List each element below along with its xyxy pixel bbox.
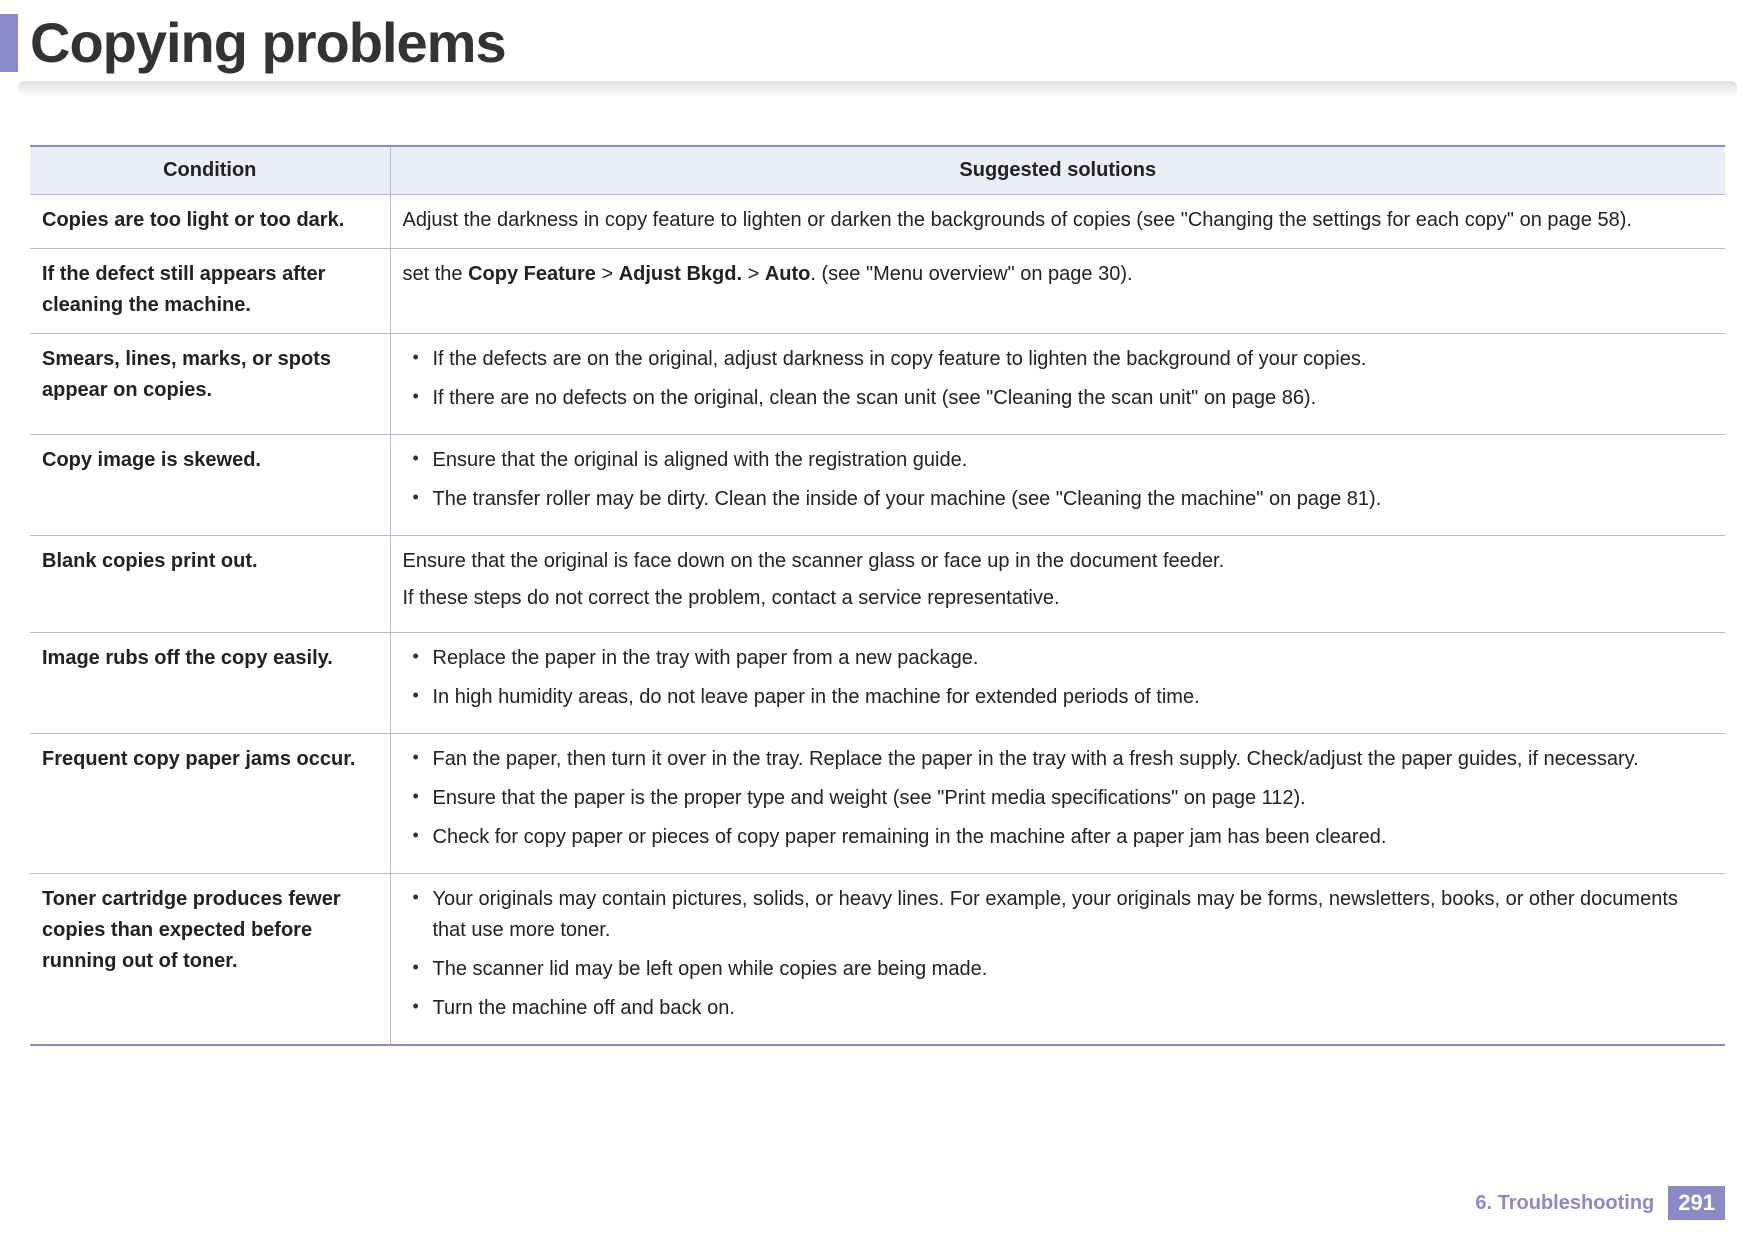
accent-block (0, 14, 18, 72)
table-row: Blank copies print out. Ensure that the … (30, 536, 1725, 633)
solution-item: In high humidity areas, do not leave pap… (403, 682, 1714, 713)
solution-item: If the defects are on the original, adju… (403, 344, 1714, 375)
solution-cell: Ensure that the original is face down on… (390, 536, 1725, 633)
solution-cell: Adjust the darkness in copy feature to l… (390, 195, 1725, 249)
solution-cell: Your originals may contain pictures, sol… (390, 874, 1725, 1046)
solution-cell: If the defects are on the original, adju… (390, 334, 1725, 435)
table-row: Copy image is skewed. Ensure that the or… (30, 435, 1725, 536)
solution-item: Your originals may contain pictures, sol… (403, 884, 1714, 946)
table-row: Image rubs off the copy easily. Replace … (30, 633, 1725, 734)
footer-chapter: 6. Troubleshooting (1475, 1192, 1654, 1215)
condition-cell: If the defect still appears after cleani… (30, 249, 390, 334)
page-footer: 6. Troubleshooting 291 (1475, 1186, 1725, 1220)
condition-cell: Frequent copy paper jams occur. (30, 734, 390, 874)
table-row: Copies are too light or too dark. Adjust… (30, 195, 1725, 249)
page-header: Copying problems (0, 0, 1755, 75)
troubleshooting-table-wrap: Condition Suggested solutions Copies are… (30, 145, 1725, 1046)
solution-cell: Fan the paper, then turn it over in the … (390, 734, 1725, 874)
solution-para: If these steps do not correct the proble… (403, 583, 1714, 614)
table-row: Toner cartridge produces fewer copies th… (30, 874, 1725, 1046)
condition-cell: Toner cartridge produces fewer copies th… (30, 874, 390, 1046)
solution-item: Fan the paper, then turn it over in the … (403, 744, 1714, 775)
solution-cell: set the Copy Feature > Adjust Bkgd. > Au… (390, 249, 1725, 334)
solution-item: Replace the paper in the tray with paper… (403, 643, 1714, 674)
solution-cell: Ensure that the original is aligned with… (390, 435, 1725, 536)
solution-cell: Replace the paper in the tray with paper… (390, 633, 1725, 734)
footer-page-number: 291 (1668, 1186, 1725, 1220)
table-row: Frequent copy paper jams occur. Fan the … (30, 734, 1725, 874)
header-solutions: Suggested solutions (390, 146, 1725, 195)
solution-item: The scanner lid may be left open while c… (403, 954, 1714, 985)
header-shadow (18, 81, 1737, 97)
solution-item: Turn the machine off and back on. (403, 993, 1714, 1024)
solution-item: Check for copy paper or pieces of copy p… (403, 822, 1714, 853)
solution-item: If there are no defects on the original,… (403, 383, 1714, 414)
condition-cell: Smears, lines, marks, or spots appear on… (30, 334, 390, 435)
solution-text-prefix: set the (403, 263, 469, 285)
table-row: If the defect still appears after cleani… (30, 249, 1725, 334)
table-header-row: Condition Suggested solutions (30, 146, 1725, 195)
solution-bold: Auto (765, 263, 811, 285)
condition-cell: Copy image is skewed. (30, 435, 390, 536)
solution-item: The transfer roller may be dirty. Clean … (403, 484, 1714, 515)
solution-sep: > (742, 263, 765, 285)
header-condition: Condition (30, 146, 390, 195)
page-title: Copying problems (30, 10, 506, 75)
solution-item: Ensure that the paper is the proper type… (403, 783, 1714, 814)
table-row: Smears, lines, marks, or spots appear on… (30, 334, 1725, 435)
troubleshooting-table: Condition Suggested solutions Copies are… (30, 145, 1725, 1046)
condition-cell: Blank copies print out. (30, 536, 390, 633)
condition-cell: Copies are too light or too dark. (30, 195, 390, 249)
solution-para: Ensure that the original is face down on… (403, 546, 1714, 577)
solution-bold: Copy Feature (468, 263, 596, 285)
solution-text-suffix: . (see "Menu overview" on page 30). (810, 263, 1132, 285)
solution-bold: Adjust Bkgd. (619, 263, 742, 285)
solution-text: Adjust the darkness in copy feature to l… (403, 209, 1632, 231)
solution-item: Ensure that the original is aligned with… (403, 445, 1714, 476)
solution-sep: > (596, 263, 619, 285)
condition-cell: Image rubs off the copy easily. (30, 633, 390, 734)
